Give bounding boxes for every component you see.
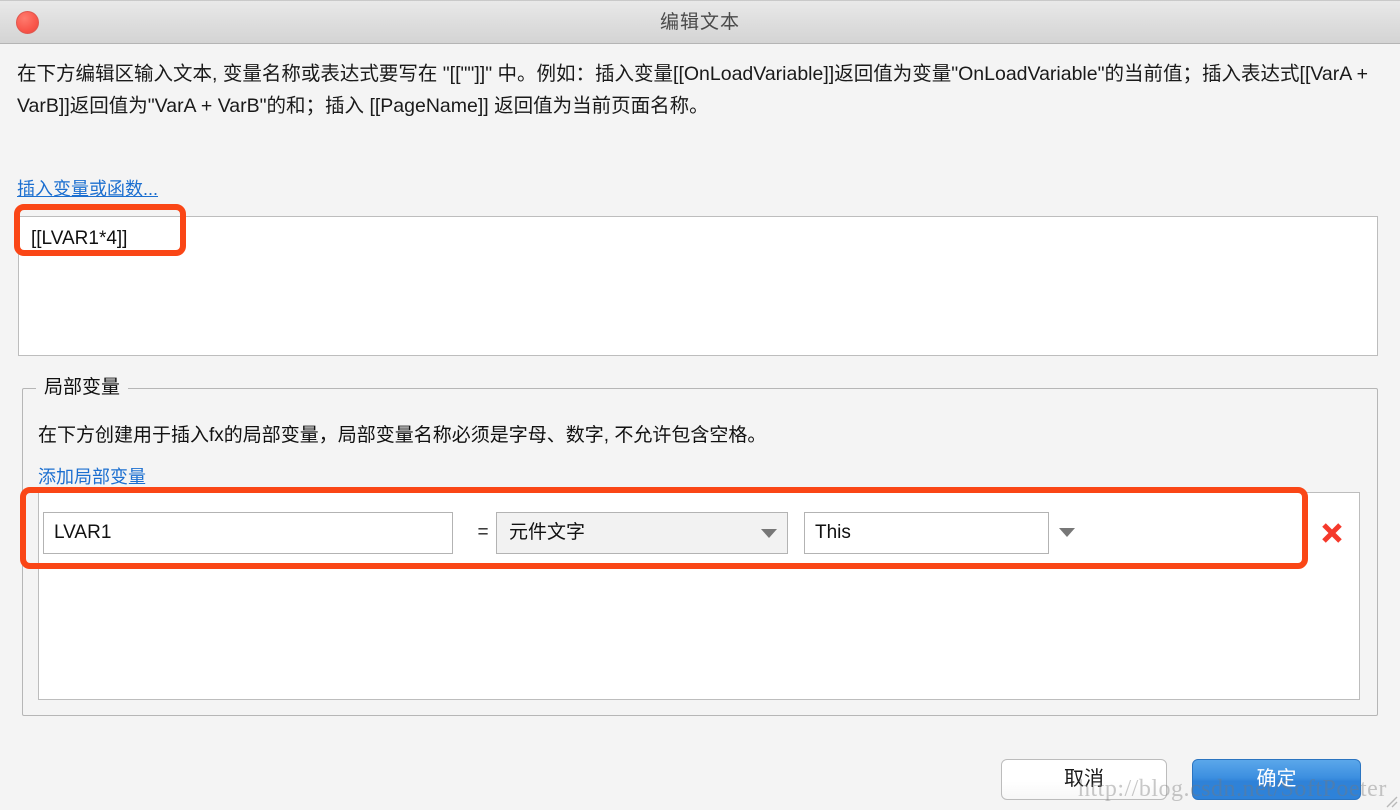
table-row: = 元件文字	[38, 512, 1360, 562]
text-editor-value: [[LVAR1*4]]	[31, 228, 128, 249]
chevron-down-icon[interactable]	[1059, 528, 1075, 537]
title-bar: 编辑文本	[0, 0, 1400, 44]
equals-label: =	[477, 522, 489, 543]
local-variables-legend: 局部变量	[36, 375, 129, 401]
resize-grip-icon	[1386, 796, 1398, 808]
window-title: 编辑文本	[659, 12, 740, 33]
variable-value-input[interactable]	[804, 512, 1049, 554]
add-local-variable-link[interactable]: 添加局部变量	[38, 463, 146, 489]
local-variables-description: 在下方创建用于插入fx的局部变量，局部变量名称必须是字母、数字, 不允许包含空格…	[38, 425, 767, 446]
variable-type-select[interactable]: 元件文字	[496, 512, 788, 554]
text-editor-area[interactable]: [[LVAR1*4]]	[18, 216, 1378, 356]
insert-variable-or-function-link[interactable]: 插入变量或函数...	[17, 175, 158, 201]
ok-button[interactable]: 确定	[1192, 759, 1361, 800]
variable-type-value: 元件文字	[509, 522, 586, 543]
edit-text-dialog: 编辑文本 在下方编辑区输入文本, 变量名称或表达式要写在 "[[""]]" 中。…	[0, 0, 1400, 810]
cancel-button[interactable]: 取消	[1001, 759, 1167, 800]
variable-name-input[interactable]	[43, 512, 453, 554]
chevron-down-icon	[761, 529, 777, 538]
variable-value-combobox	[804, 512, 1094, 554]
delete-x-icon[interactable]	[1319, 520, 1345, 546]
dialog-description: 在下方编辑区输入文本, 变量名称或表达式要写在 "[[""]]" 中。例如：插入…	[17, 63, 1368, 117]
